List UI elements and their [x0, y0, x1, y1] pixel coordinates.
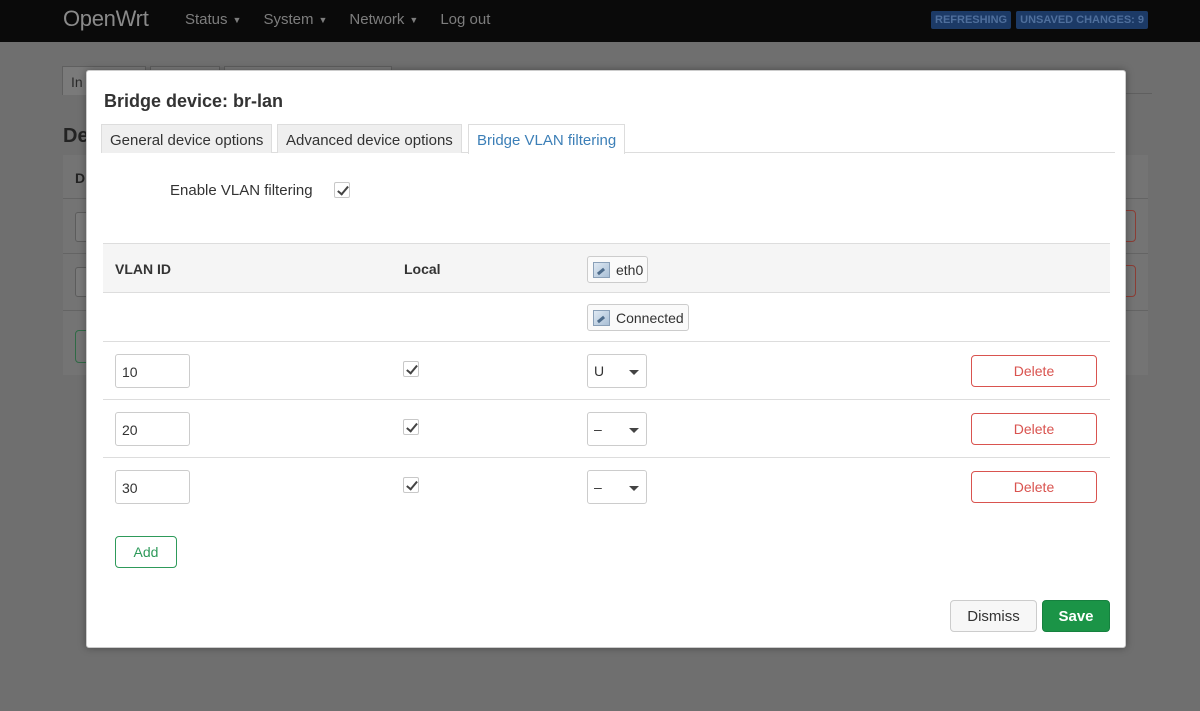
menu-network-label: Network — [349, 11, 405, 28]
background-table-header: D — [75, 170, 86, 186]
local-checkbox[interactable] — [403, 361, 419, 377]
port-membership-select[interactable]: U — [587, 354, 647, 388]
dialog-tabs: General device options Advanced device o… — [101, 124, 1115, 154]
save-button[interactable]: Save — [1042, 600, 1110, 632]
port-membership-value: – — [594, 479, 602, 495]
vlan-row: 30 – Delete — [103, 458, 1110, 516]
delete-button[interactable]: Delete — [971, 355, 1097, 387]
enable-vlan-filtering-checkbox[interactable] — [334, 182, 350, 198]
refreshing-badge[interactable]: REFRESHING — [931, 11, 1012, 29]
menu-network[interactable]: Network ▼ — [349, 11, 418, 28]
port-status-label: Connected — [616, 310, 684, 326]
vlan-id-input[interactable]: 10 — [115, 354, 190, 388]
main-menu: Status ▼ System ▼ Network ▼ Log out — [185, 11, 512, 28]
menu-system[interactable]: System ▼ — [263, 11, 327, 28]
port-eth0-chip: eth0 — [587, 256, 649, 283]
port-status-chip: Connected — [587, 304, 689, 331]
port-membership-select[interactable]: – — [587, 470, 647, 504]
vlan-id-input[interactable]: 20 — [115, 412, 190, 446]
vlan-table-header: VLAN ID Local eth0 — [103, 243, 1110, 293]
vlan-id-column-header: VLAN ID — [115, 261, 171, 277]
port-name: eth0 — [616, 262, 644, 278]
top-navbar: OpenWrt Status ▼ System ▼ Network ▼ Log out… — [0, 0, 1200, 42]
chevron-down-icon: ▼ — [409, 15, 419, 26]
port-membership-value: U — [594, 363, 605, 379]
chevron-down-icon: ▼ — [318, 15, 328, 26]
menu-system-label: System — [263, 11, 314, 28]
menu-status-label: Status — [185, 11, 228, 28]
chevron-down-icon — [629, 428, 639, 433]
tab-general-device-options[interactable]: General device options — [101, 124, 273, 153]
dismiss-button[interactable]: Dismiss — [950, 600, 1037, 632]
local-checkbox[interactable] — [403, 419, 419, 435]
local-column-header: Local — [404, 261, 441, 277]
delete-button[interactable]: Delete — [971, 471, 1097, 503]
dialog-title: Bridge device: br-lan — [104, 91, 284, 111]
ethernet-port-icon — [593, 262, 610, 278]
chevron-down-icon: ▼ — [232, 15, 242, 26]
tab-advanced-device-options[interactable]: Advanced device options — [277, 124, 462, 153]
enable-vlan-filtering-label: Enable VLAN filtering — [170, 182, 313, 199]
status-badges: REFRESHING UNSAVED CHANGES: 9 — [931, 11, 1148, 29]
ethernet-port-icon — [593, 310, 610, 326]
chevron-down-icon — [629, 370, 639, 375]
port-membership-value: – — [594, 421, 602, 437]
menu-logout[interactable]: Log out — [440, 11, 490, 28]
menu-status[interactable]: Status ▼ — [185, 11, 241, 28]
chevron-down-icon — [629, 486, 639, 491]
background-tab-label: In — [71, 74, 83, 90]
delete-button[interactable]: Delete — [971, 413, 1097, 445]
tab-bridge-vlan-filtering[interactable]: Bridge VLAN filtering — [468, 124, 626, 154]
brand-logo[interactable]: OpenWrt — [63, 6, 149, 32]
add-vlan-button[interactable]: Add — [115, 536, 177, 568]
bridge-device-dialog: Bridge device: br-lan General device opt… — [86, 70, 1126, 648]
vlan-row: 20 – Delete — [103, 400, 1110, 458]
vlan-row: 10 U Delete — [103, 342, 1110, 400]
port-membership-select[interactable]: – — [587, 412, 647, 446]
local-checkbox[interactable] — [403, 477, 419, 493]
port-status-row: Connected — [103, 293, 1110, 342]
vlan-id-input[interactable]: 30 — [115, 470, 190, 504]
unsaved-changes-badge[interactable]: UNSAVED CHANGES: 9 — [1016, 11, 1148, 29]
background-heading: De — [63, 125, 89, 147]
